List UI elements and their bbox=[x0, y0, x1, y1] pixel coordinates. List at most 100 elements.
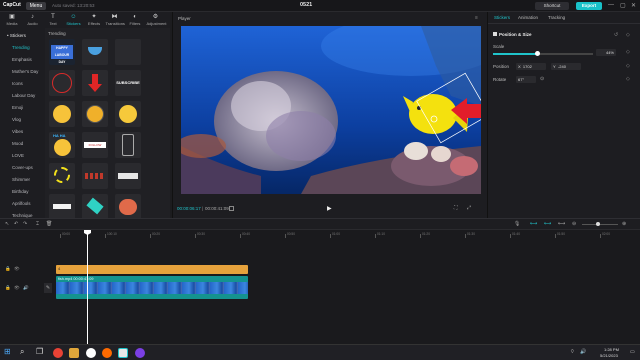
mic-icon[interactable]: 🎙 bbox=[514, 221, 520, 227]
phone-frame-sticker[interactable] bbox=[115, 132, 141, 158]
capcut-taskbar-icon[interactable] bbox=[118, 348, 128, 358]
sparkle-sticker[interactable] bbox=[49, 163, 75, 189]
clock-time[interactable]: 1:28 PM bbox=[604, 347, 619, 352]
project-name[interactable]: 0521 bbox=[300, 2, 312, 8]
file-explorer-icon[interactable] bbox=[69, 348, 79, 358]
task-view-icon[interactable]: ❐ bbox=[36, 347, 43, 356]
teal-sticker[interactable] bbox=[82, 194, 108, 220]
network-icon[interactable]: ⌔ bbox=[570, 349, 575, 355]
search-icon[interactable]: ⌕ bbox=[20, 347, 24, 357]
rotate-field[interactable]: 67° bbox=[516, 76, 536, 83]
category-item[interactable]: Aprilfools bbox=[3, 198, 43, 209]
red-circle-sticker[interactable] bbox=[49, 70, 75, 96]
toolbar-media[interactable]: ▣ Media bbox=[3, 13, 21, 27]
cover-edit-icon[interactable]: ✎ bbox=[44, 283, 52, 293]
red-arrow-sticker[interactable] bbox=[82, 70, 108, 96]
checkbox-position-size[interactable] bbox=[493, 32, 497, 36]
main-track-visibility-icon[interactable]: 👁 bbox=[14, 285, 20, 291]
haha-emoji-sticker[interactable]: HA HA bbox=[49, 132, 75, 158]
windows-start-icon[interactable]: ⊞ bbox=[4, 347, 11, 356]
media-app-icon[interactable] bbox=[135, 348, 145, 358]
track-lock-icon[interactable]: 🔒 bbox=[5, 266, 11, 272]
zoom-slider-handle[interactable] bbox=[596, 222, 600, 226]
category-item[interactable]: Labour Day bbox=[3, 90, 43, 101]
firefox-icon[interactable] bbox=[102, 348, 112, 358]
play-button[interactable]: ▶ bbox=[327, 205, 332, 212]
toolbar-audio[interactable]: ♪ Audio bbox=[24, 13, 42, 27]
delete-icon[interactable]: 🗑 bbox=[46, 221, 52, 227]
category-item[interactable]: Icons bbox=[3, 78, 43, 89]
magnet-icon[interactable]: ⟷ bbox=[544, 221, 551, 227]
toolbar-text[interactable]: T Text bbox=[44, 13, 62, 27]
category-item[interactable]: Birthday bbox=[3, 186, 43, 197]
kiss-emoji-sticker[interactable] bbox=[49, 101, 75, 127]
angry-emoji-sticker[interactable] bbox=[82, 101, 108, 127]
player-menu-icon[interactable]: ≡ bbox=[475, 15, 478, 21]
maximize-button[interactable]: ▢ bbox=[620, 2, 626, 9]
main-track-lock-icon[interactable]: 🔒 bbox=[5, 285, 11, 291]
category-item[interactable]: Trending bbox=[3, 42, 43, 53]
surprised-emoji-sticker[interactable] bbox=[115, 101, 141, 127]
export-button[interactable]: Export bbox=[576, 2, 602, 10]
toolbar-stickers[interactable]: ☺ Stickers bbox=[65, 13, 83, 27]
undo-icon[interactable]: ↶ bbox=[14, 221, 18, 227]
category-item[interactable]: Cover-ups bbox=[3, 162, 43, 173]
fullscreen-icon[interactable]: ⛶ bbox=[454, 205, 458, 211]
video-preview[interactable] bbox=[181, 26, 481, 194]
chrome-icon[interactable] bbox=[53, 348, 63, 358]
redo-icon[interactable]: ↷ bbox=[23, 221, 27, 227]
app-icon[interactable] bbox=[86, 348, 96, 358]
subscribe-sticker[interactable]: SUBSCRIBE bbox=[115, 70, 141, 96]
tab-tracking[interactable]: Tracking bbox=[548, 15, 565, 20]
red-dots-sticker[interactable] bbox=[82, 163, 108, 189]
scale-track[interactable] bbox=[493, 53, 593, 55]
toolbar-transitions[interactable]: ⧓ Transitions bbox=[106, 13, 125, 27]
follow-sticker[interactable]: FOLLOW bbox=[82, 132, 108, 158]
scale-slider-handle[interactable] bbox=[534, 50, 540, 56]
close-button[interactable]: ✕ bbox=[631, 2, 636, 9]
label-sticker[interactable] bbox=[115, 163, 141, 189]
toolbar-effects[interactable]: ✦ Effects bbox=[85, 13, 103, 27]
position-y-field[interactable]: Y -240 bbox=[551, 63, 581, 70]
category-item[interactable]: Vibes bbox=[3, 126, 43, 137]
toolbar-adjustment[interactable]: ⚙ Adjustment bbox=[147, 13, 167, 27]
zoom-out-icon[interactable]: ⊖ bbox=[572, 221, 576, 227]
category-item[interactable]: Vlog bbox=[3, 114, 43, 125]
timeline-ruler[interactable]: 00:00 100:10 00:20 00:30 00:40 00:50 01:00 01:1… bbox=[0, 230, 640, 239]
position-keyframe-icon[interactable]: ◇ bbox=[626, 63, 630, 69]
blank-sticker[interactable] bbox=[49, 194, 75, 220]
playhead[interactable] bbox=[87, 230, 88, 345]
zoom-slider[interactable] bbox=[582, 224, 618, 225]
link-icon[interactable]: ⟷ bbox=[530, 221, 537, 227]
track-visibility-icon[interactable]: 👁 bbox=[14, 266, 20, 272]
notification-icon[interactable]: ▭ bbox=[630, 349, 635, 355]
ratio-icon[interactable]: ⤢ bbox=[467, 205, 471, 211]
clock-date[interactable]: 5/21/2023 bbox=[600, 353, 618, 358]
volume-icon[interactable]: 🔊 bbox=[580, 349, 586, 355]
zoom-in-icon[interactable]: ⊕ bbox=[622, 221, 626, 227]
scale-value[interactable]: 44% bbox=[596, 49, 616, 56]
scale-keyframe-icon[interactable]: ◇ bbox=[626, 49, 630, 55]
category-item[interactable]: Emoji bbox=[3, 102, 43, 113]
bowl-sticker[interactable] bbox=[82, 39, 108, 65]
rotate-keyframe-icon[interactable]: ◇ bbox=[626, 76, 630, 82]
category-item[interactable]: Shimmer bbox=[3, 174, 43, 185]
reset-icon[interactable]: ↺ bbox=[614, 32, 618, 38]
preview-axis-icon[interactable]: ⟷ bbox=[558, 221, 565, 227]
position-x-field[interactable]: X 1702 bbox=[516, 63, 546, 70]
category-item[interactable]: LOVE bbox=[3, 150, 43, 161]
labour-day-sticker[interactable]: HAPPY LABOUR DAY bbox=[49, 39, 75, 65]
toolbar-filters[interactable]: ◐ Filters bbox=[126, 13, 144, 27]
category-item[interactable]: Emphasis bbox=[3, 54, 43, 65]
minimize-button[interactable]: — bbox=[608, 2, 614, 8]
main-track-audio-icon[interactable]: 🔊 bbox=[23, 285, 29, 291]
sticker-clip[interactable]: 4 bbox=[56, 265, 248, 274]
grid-icon[interactable] bbox=[229, 206, 234, 211]
split-icon[interactable]: ⌶ bbox=[36, 221, 39, 227]
tab-stickers[interactable]: Stickers bbox=[494, 15, 510, 20]
brain-sticker[interactable] bbox=[115, 194, 141, 220]
select-tool-icon[interactable]: ↖ bbox=[5, 221, 9, 227]
empty-sticker[interactable] bbox=[115, 39, 141, 65]
video-clip[interactable]: fish.mp4 00:00:41:09 bbox=[56, 276, 248, 299]
rotate-dial-icon[interactable]: ⊙ bbox=[540, 76, 544, 82]
